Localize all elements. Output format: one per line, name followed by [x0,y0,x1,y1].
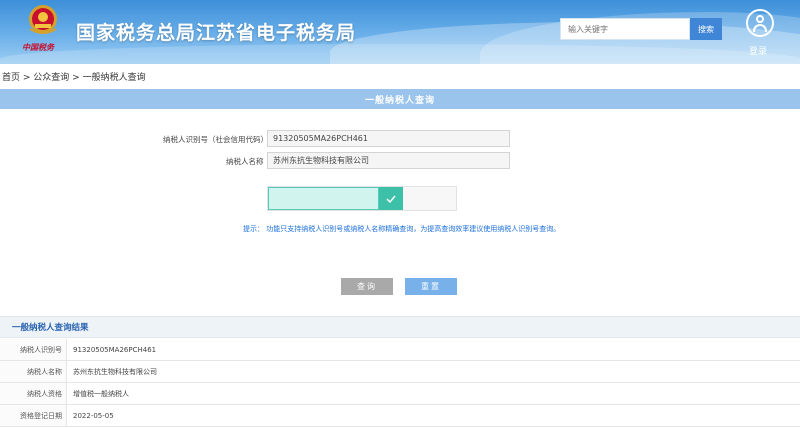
taxpayer-name-field[interactable]: 苏州东抗生物科技有限公司 [267,152,510,169]
result-key: 纳税人识别号 [0,339,67,360]
section-title: 一般纳税人查询 [364,95,435,106]
result-key: 纳税人资格 [0,383,67,404]
site-header: 中国税务 国家税务总局江苏省电子税务局 搜索 登录 [0,0,800,64]
breadcrumb-separator: > [20,73,34,83]
login-link[interactable]: 登录 [749,44,767,57]
emblem-text: 中国税务 [22,42,54,52]
breadcrumb-current: 一般纳税人查询 [82,73,146,83]
breadcrumb-separator: > [69,73,83,83]
taxpayer-name-label: 纳税人名称 [226,157,264,166]
result-row: 纳税人识别号 91320505MA26PCH461 [0,339,800,361]
tax-emblem-icon[interactable] [24,3,62,37]
results-panel: 一般纳税人查询结果 纳税人识别号 91320505MA26PCH461 纳税人名… [0,316,800,428]
result-key: 纳税人名称 [0,361,67,382]
results-header: 一般纳税人查询结果 [0,317,800,338]
slider-captcha-handle[interactable] [379,187,403,210]
section-title-bar: 一般纳税人查询 [0,89,800,109]
site-title[interactable]: 国家税务总局江苏省电子税务局 [76,18,356,45]
breadcrumb-home[interactable]: 首页 [2,73,20,83]
result-value: 91320505MA26PCH461 [73,345,157,354]
query-tip: 提示： 功能只支持纳税人识别号或纳税人名称精确查询，为提高查询效率建议使用纳税人… [243,225,561,233]
user-icon-body [753,24,767,32]
result-value: 苏州东抗生物科技有限公司 [73,367,157,376]
reset-button[interactable]: 重置 [405,278,457,295]
result-key: 资格登记日期 [0,405,67,426]
results-title: 一般纳税人查询结果 [12,323,89,333]
result-row: 纳税人资格 增值税一般纳税人 [0,383,800,405]
slider-captcha[interactable] [267,186,457,211]
search-input[interactable] [560,18,690,40]
user-icon[interactable] [746,9,774,37]
taxpayer-id-field[interactable]: 91320505MA26PCH461 [267,130,510,147]
breadcrumb-public-query[interactable]: 公众查询 [33,73,69,83]
taxpayer-id-label: 纳税人识别号（社会信用代码） [163,135,268,144]
result-value: 增值税一般纳税人 [73,389,129,398]
check-icon [386,195,396,203]
result-row: 纳税人名称 苏州东抗生物科技有限公司 [0,361,800,383]
user-icon-head [756,15,764,23]
query-button[interactable]: 查询 [341,278,393,295]
result-row: 资格登记日期 2022-05-05 [0,405,800,427]
breadcrumb: 首页 > 公众查询 > 一般纳税人查询 [2,70,146,83]
search-button[interactable]: 搜索 [690,18,722,40]
slider-captcha-track [268,187,379,210]
result-value: 2022-05-05 [73,411,114,420]
